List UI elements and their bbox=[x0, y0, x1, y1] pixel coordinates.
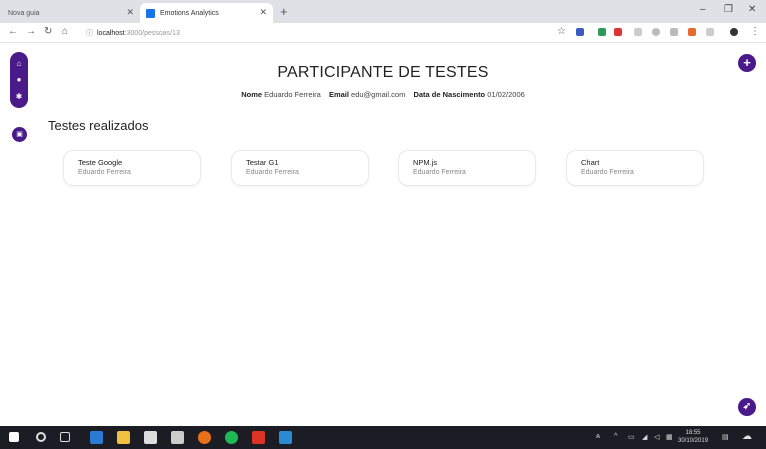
url-path: :3000/pessoas/13 bbox=[124, 29, 180, 37]
info-icon: ⓘ bbox=[86, 30, 93, 37]
clock-time: 18:55 bbox=[685, 430, 701, 436]
address-bar[interactable]: ⓘ localhost:3000/pessoas/13 bbox=[86, 26, 546, 40]
vscode-icon[interactable] bbox=[279, 431, 292, 444]
section-title: Testes realizados bbox=[48, 118, 149, 133]
windows-start-icon[interactable] bbox=[9, 432, 19, 442]
test-title: Chart bbox=[581, 158, 600, 167]
maximize-icon[interactable]: ❐ bbox=[724, 4, 733, 15]
name-label: Nome bbox=[241, 90, 263, 99]
back-icon[interactable]: ← bbox=[8, 26, 18, 37]
bookmark-star-icon[interactable]: ☆ bbox=[557, 26, 566, 37]
panel-toggle-icon[interactable]: ▣ bbox=[12, 127, 27, 142]
test-card[interactable]: Teste Google Eduardo Ferreira bbox=[63, 150, 201, 186]
tab-label: Emotions Analytics bbox=[160, 9, 219, 17]
file-explorer-icon[interactable] bbox=[117, 431, 130, 444]
browser-toolbar: ← → ↻ ⌂ ⓘ localhost:3000/pessoas/13 ☆ ⋮ bbox=[0, 23, 766, 43]
battery-icon: ▭ bbox=[628, 434, 635, 441]
test-card[interactable]: Chart Eduardo Ferreira bbox=[566, 150, 704, 186]
close-icon[interactable]: ✕ bbox=[126, 7, 134, 18]
test-person: Eduardo Ferreira bbox=[413, 169, 466, 176]
menu-icon[interactable]: ⋮ bbox=[750, 26, 760, 37]
home-icon[interactable]: ⌂ bbox=[62, 26, 68, 37]
test-title: NPM.js bbox=[413, 158, 438, 167]
system-clock[interactable]: 18:55 30/10/2019 bbox=[678, 429, 708, 445]
spotify-icon[interactable] bbox=[225, 431, 238, 444]
chrome-icon[interactable] bbox=[198, 431, 211, 444]
rocket-icon[interactable]: ➶ bbox=[738, 398, 756, 416]
url-host: localhost bbox=[97, 29, 125, 37]
test-card[interactable]: Testar G1 Eduardo Ferreira bbox=[231, 150, 369, 186]
weather-icon[interactable]: ☁ bbox=[742, 431, 752, 442]
clock-date: 30/10/2019 bbox=[678, 438, 709, 444]
email-value: edu@gmail.com bbox=[351, 90, 406, 99]
add-button[interactable]: + bbox=[738, 54, 756, 72]
keyboard-icon[interactable]: ▦ bbox=[666, 433, 673, 441]
extension-icon[interactable] bbox=[614, 28, 622, 36]
profile-avatar[interactable] bbox=[730, 28, 738, 36]
extension-icon[interactable] bbox=[670, 28, 678, 36]
test-title: Teste Google bbox=[78, 158, 123, 167]
test-title: Testar G1 bbox=[246, 158, 279, 167]
store-icon[interactable] bbox=[144, 431, 157, 444]
extension-icon[interactable] bbox=[576, 28, 584, 36]
favicon-icon bbox=[146, 8, 155, 18]
notification-icon[interactable]: ▤ bbox=[722, 433, 729, 441]
participant-info: Nome Eduardo Ferreira Email edu@gmail.co… bbox=[0, 90, 766, 99]
test-person: Eduardo Ferreira bbox=[78, 169, 131, 176]
volume-icon[interactable]: ◁ bbox=[654, 433, 659, 441]
tab-nova-guia[interactable]: Nova guia ✕ bbox=[0, 3, 140, 23]
extension-icon[interactable] bbox=[688, 28, 696, 36]
tab-emotions-analytics[interactable]: Emotions Analytics ✕ bbox=[140, 3, 273, 23]
extension-icon[interactable] bbox=[652, 28, 660, 36]
acrobat-icon[interactable] bbox=[252, 431, 265, 444]
tab-label: Nova guia bbox=[8, 9, 40, 17]
test-card[interactable]: NPM.js Eduardo Ferreira bbox=[398, 150, 536, 186]
task-view-icon[interactable] bbox=[60, 432, 70, 442]
os-taskbar: ጰ ^ ▭ ◢ ◁ ▦ 18:55 30/10/2019 ▤ ☁ bbox=[0, 426, 766, 449]
network-icon[interactable]: ◢ bbox=[642, 433, 647, 441]
people-icon[interactable]: ጰ bbox=[596, 433, 600, 441]
tray-chevron-icon[interactable]: ^ bbox=[614, 433, 617, 440]
close-icon[interactable]: ✕ bbox=[259, 7, 267, 18]
browser-tab-strip: Nova guia ✕ Emotions Analytics ✕ + – ❐ ✕ bbox=[0, 0, 766, 23]
dob-value: 01/02/2006 bbox=[487, 90, 525, 99]
extension-icon[interactable] bbox=[634, 28, 642, 36]
extension-icon[interactable] bbox=[706, 28, 714, 36]
new-tab-button[interactable]: + bbox=[280, 4, 288, 19]
search-icon[interactable] bbox=[36, 432, 46, 442]
email-label: Email bbox=[328, 90, 349, 99]
name-value: Eduardo Ferreira bbox=[264, 90, 321, 99]
minimize-icon[interactable]: – bbox=[700, 4, 706, 15]
reload-icon[interactable]: ↻ bbox=[44, 26, 52, 37]
test-person: Eduardo Ferreira bbox=[581, 169, 634, 176]
extension-icon[interactable] bbox=[598, 28, 606, 36]
forward-icon[interactable]: → bbox=[26, 26, 36, 37]
window-close-icon[interactable]: ✕ bbox=[748, 4, 756, 15]
page-title: PARTICIPANTE DE TESTES bbox=[277, 64, 489, 81]
test-person: Eduardo Ferreira bbox=[246, 169, 299, 176]
edge-icon[interactable] bbox=[90, 431, 103, 444]
dob-label: Data de Nascimento bbox=[413, 90, 486, 99]
mail-icon[interactable] bbox=[171, 431, 184, 444]
